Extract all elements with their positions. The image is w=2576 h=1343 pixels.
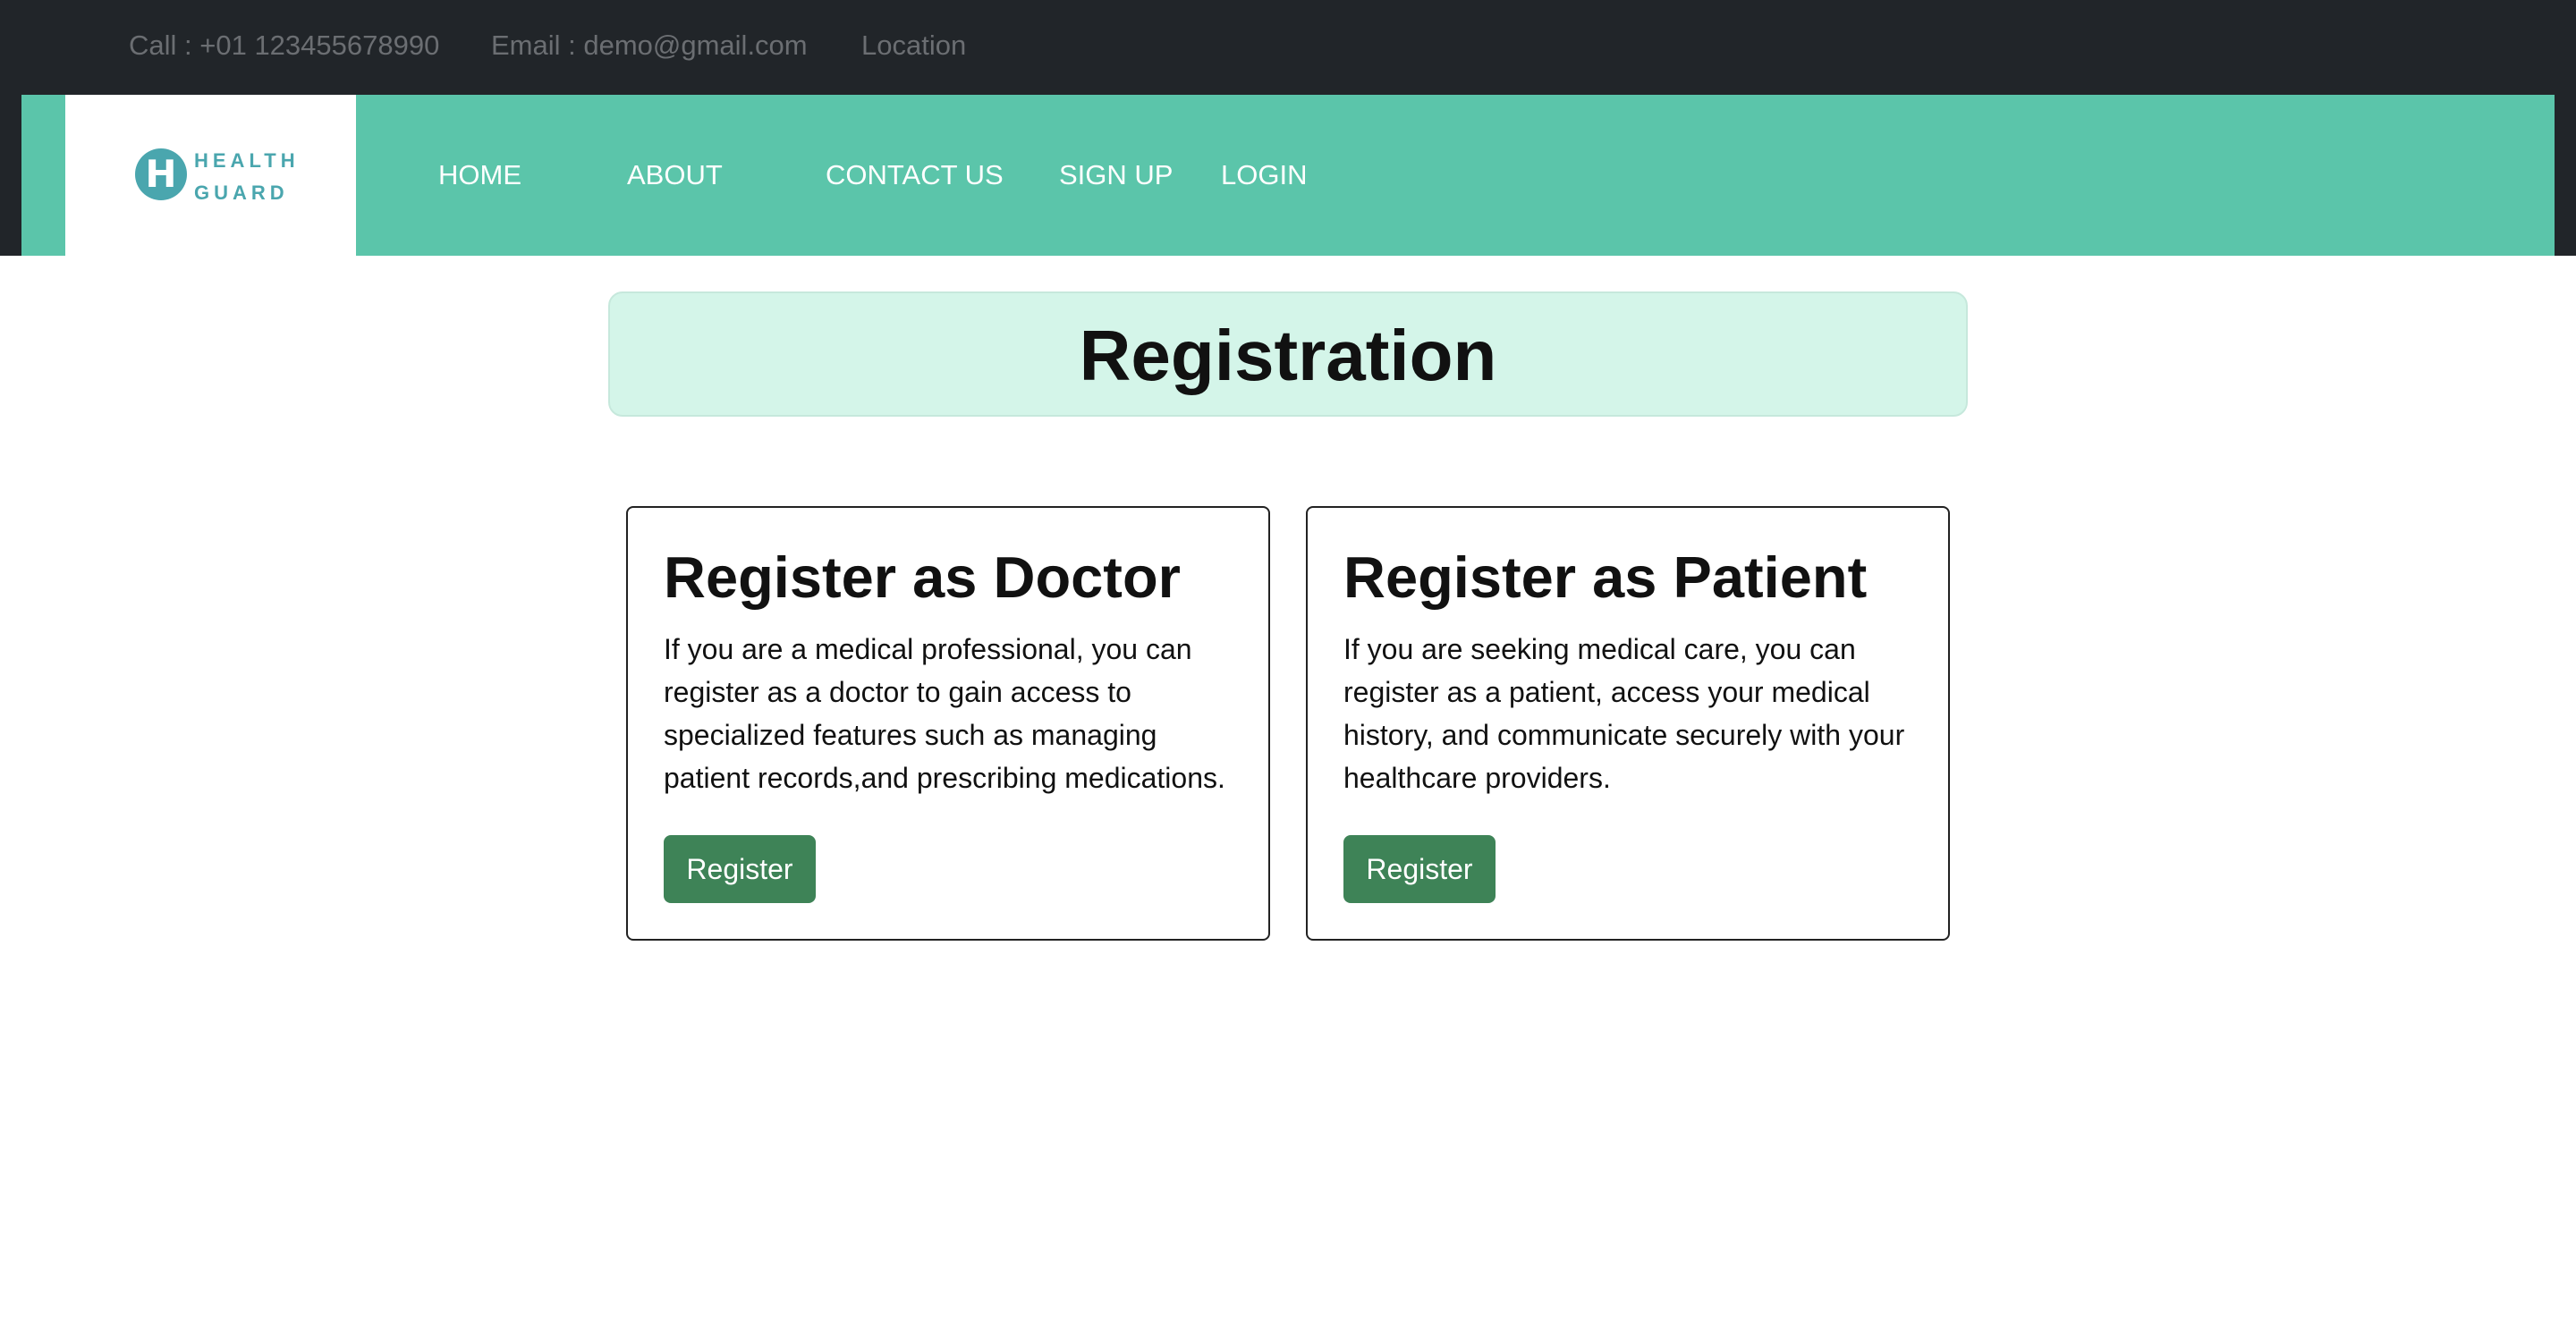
register-patient-button[interactable]: Register <box>1343 835 1496 903</box>
top-info-bar: Call : +01 123455678990 Email : demo@gma… <box>0 0 2576 95</box>
doctor-card: Register as Doctor If you are a medical … <box>626 506 1270 941</box>
email-info[interactable]: Email : demo@gmail.com <box>491 28 808 63</box>
navbar: H HEALTH GUARD HOME ABOUT CONTACT US SIG… <box>21 95 2555 256</box>
logo-text-line1: HEALTH <box>194 149 300 172</box>
logo-text: HEALTH GUARD <box>194 145 319 209</box>
nav-home[interactable]: HOME <box>438 157 521 193</box>
nav-about[interactable]: ABOUT <box>627 157 723 193</box>
patient-card: Register as Patient If you are seeking m… <box>1306 506 1950 941</box>
nav-sign-up[interactable]: SIGN UP <box>1059 157 1173 193</box>
nav-login[interactable]: LOGIN <box>1221 157 1307 193</box>
registration-header: Registration <box>608 291 1968 417</box>
logo[interactable]: H HEALTH GUARD <box>65 95 356 256</box>
header-edge-left <box>0 95 21 256</box>
page-title: Registration <box>1079 316 1497 395</box>
logo-h-icon: H <box>135 148 187 200</box>
header-edge-right <box>2555 95 2576 256</box>
call-info: Call : +01 123455678990 <box>129 30 440 61</box>
register-doctor-button[interactable]: Register <box>664 835 816 903</box>
doctor-card-description: If you are a medical professional, you c… <box>664 633 1225 794</box>
nav-contact-us[interactable]: CONTACT US <box>826 157 1004 193</box>
patient-card-title: Register as Patient <box>1343 545 1868 610</box>
location-info[interactable]: Location <box>861 28 966 63</box>
doctor-card-title: Register as Doctor <box>664 545 1181 610</box>
patient-card-description: If you are seeking medical care, you can… <box>1343 633 1905 794</box>
logo-text-line2: GUARD <box>194 182 289 204</box>
header: H HEALTH GUARD HOME ABOUT CONTACT US SIG… <box>0 95 2576 256</box>
